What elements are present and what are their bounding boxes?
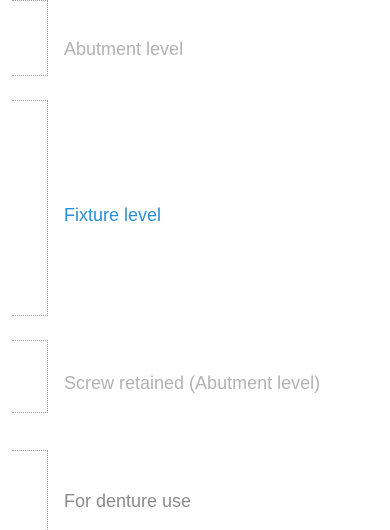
option-abutment-level[interactable]: Abutment level: [0, 0, 390, 76]
option-screw-retained[interactable]: Screw retained (Abutment level): [0, 340, 390, 413]
option-label[interactable]: Screw retained (Abutment level): [64, 372, 320, 394]
option-label[interactable]: For denture use: [64, 490, 191, 512]
option-label-selected[interactable]: Fixture level: [64, 204, 161, 226]
bracket-divider: [12, 0, 48, 76]
bracket-divider: [12, 100, 48, 316]
option-for-denture-use[interactable]: For denture use: [0, 450, 390, 530]
bracket-divider: [12, 340, 48, 413]
option-label[interactable]: Abutment level: [64, 38, 183, 60]
option-fixture-level[interactable]: Fixture level: [0, 100, 390, 316]
bracket-divider: [12, 450, 48, 530]
